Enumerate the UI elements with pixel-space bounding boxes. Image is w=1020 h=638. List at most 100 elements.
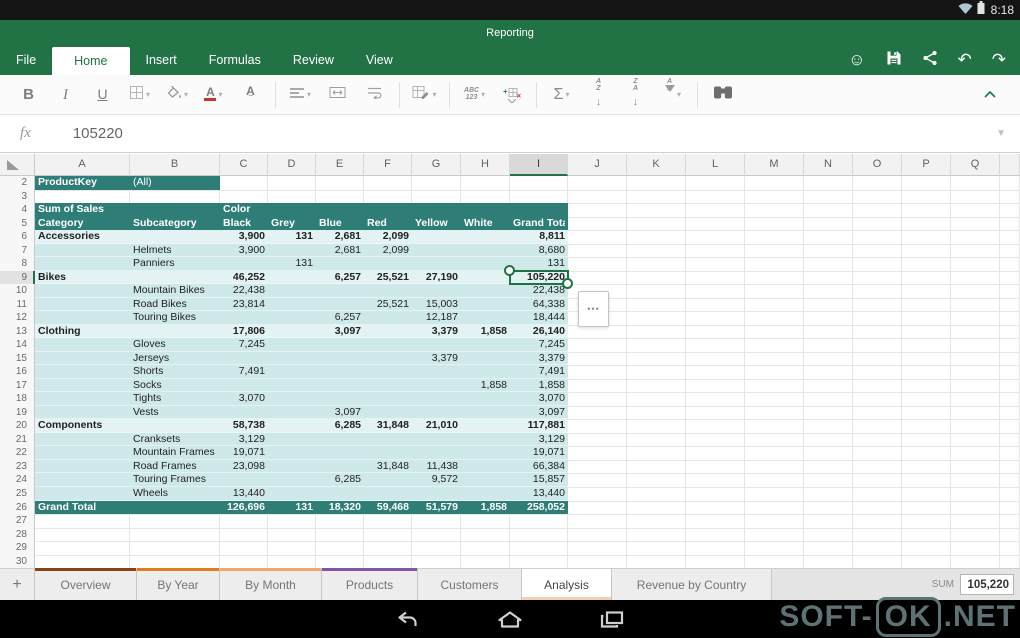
cell-I6[interactable]: 8,811 <box>513 230 565 244</box>
cell-E19[interactable]: 3,097 <box>319 406 361 420</box>
cell-A5[interactable]: Category <box>38 217 127 231</box>
cell-I15[interactable]: 3,379 <box>513 352 565 366</box>
cell-C25[interactable]: 13,440 <box>223 487 265 501</box>
cell-B25[interactable]: Wheels <box>133 487 217 501</box>
cell-A13[interactable]: Clothing <box>38 325 127 339</box>
cell-C20[interactable]: 58,738 <box>223 419 265 433</box>
back-icon[interactable] <box>391 607 425 631</box>
column-header-P[interactable]: P <box>902 154 951 176</box>
cell-B23[interactable]: Road Frames <box>133 460 217 474</box>
formula-bar-value[interactable]: 105220 <box>73 125 123 142</box>
column-header-partial[interactable] <box>1000 154 1020 176</box>
cell-B8[interactable]: Panniers <box>133 257 217 271</box>
cell-H26[interactable]: 1,858 <box>464 501 507 515</box>
menu-tab-view[interactable]: View <box>350 45 409 75</box>
cell-B24[interactable]: Touring Frames <box>133 473 217 487</box>
toolbar-alignment-button[interactable]: ▾ <box>282 80 319 110</box>
spreadsheet-grid[interactable]: A B C D E F G H I J K L M N O P Q 2 3 4 5 6 7 8 9 10 11 12 13 14 15 16 1… <box>0 154 1020 568</box>
cell-I7[interactable]: 8,680 <box>513 244 565 258</box>
toolbar-bold-button[interactable]: B <box>10 80 47 110</box>
menu-tab-review[interactable]: Review <box>277 45 350 75</box>
cell-C26[interactable]: 126,696 <box>223 501 265 515</box>
cell-I17[interactable]: 1,858 <box>513 379 565 393</box>
row-header-11[interactable]: 11 <box>0 297 35 312</box>
cell-G9[interactable]: 27,190 <box>415 271 458 285</box>
row-header-19[interactable]: 19 <box>0 405 35 420</box>
toolbar-find-button[interactable] <box>704 80 741 110</box>
row-header-23[interactable]: 23 <box>0 459 35 474</box>
cell-A6[interactable]: Accessories <box>38 230 127 244</box>
sheet-tab-customers[interactable]: Customers <box>418 569 522 600</box>
undo-icon[interactable]: ↶ <box>958 51 972 70</box>
toolbar-merge-cells-button[interactable] <box>319 80 356 110</box>
row-header-22[interactable]: 22 <box>0 446 35 460</box>
cell-B14[interactable]: Gloves <box>133 338 217 352</box>
cell-B2[interactable]: (All) <box>133 176 217 190</box>
cell-I21[interactable]: 3,129 <box>513 433 565 447</box>
cell-C10[interactable]: 22,438 <box>223 284 265 298</box>
cell-C21[interactable]: 3,129 <box>223 433 265 447</box>
selection-handle-top-left[interactable] <box>504 264 515 276</box>
cell-F6[interactable]: 2,099 <box>367 230 409 244</box>
row-header-10[interactable]: 10 <box>0 284 35 298</box>
cell-C7[interactable]: 3,900 <box>223 244 265 258</box>
cell-I20[interactable]: 117,881 <box>513 419 565 433</box>
toolbar-insert-delete-cells-button[interactable]: + × <box>493 80 530 110</box>
cell-I8[interactable]: 131 <box>513 257 565 271</box>
cell-C22[interactable]: 19,071 <box>223 446 265 460</box>
cell-C18[interactable]: 3,070 <box>223 392 265 406</box>
column-header-A[interactable]: A <box>35 154 130 176</box>
add-sheet-button[interactable]: + <box>0 569 35 600</box>
selection-handle-bottom-right[interactable] <box>562 278 573 290</box>
cell-B22[interactable]: Mountain Frames <box>133 446 217 460</box>
cell-C11[interactable]: 23,814 <box>223 298 265 312</box>
toolbar-italic-button[interactable]: I <box>47 80 84 110</box>
cell-I24[interactable]: 15,857 <box>513 473 565 487</box>
cell-A4[interactable]: Sum of Sales <box>38 203 127 217</box>
row-header-27[interactable]: 27 <box>0 514 35 528</box>
cell-B10[interactable]: Mountain Bikes <box>133 284 217 298</box>
cell-I16[interactable]: 7,491 <box>513 365 565 379</box>
cell-G12[interactable]: 12,187 <box>415 311 458 325</box>
row-header-18[interactable]: 18 <box>0 392 35 406</box>
cell-B15[interactable]: Jerseys <box>133 352 217 366</box>
cell-B17[interactable]: Socks <box>133 379 217 393</box>
cell-I11[interactable]: 64,338 <box>513 298 565 312</box>
cell-G26[interactable]: 51,579 <box>415 501 458 515</box>
cell-B7[interactable]: Helmets <box>133 244 217 258</box>
column-header-J[interactable]: J <box>568 154 627 176</box>
cell-G5[interactable]: Yellow <box>415 217 458 231</box>
cell-H17[interactable]: 1,858 <box>464 379 507 393</box>
row-header-24[interactable]: 24 <box>0 473 35 487</box>
row-header-20[interactable]: 20 <box>0 419 35 433</box>
toolbar-format-cells-button[interactable]: ▾ <box>406 80 443 110</box>
cell-E24[interactable]: 6,285 <box>319 473 361 487</box>
cell-F11[interactable]: 25,521 <box>367 298 409 312</box>
column-header-C[interactable]: C <box>220 154 268 176</box>
cell-A26[interactable]: Grand Total <box>38 501 127 515</box>
row-header-4[interactable]: 4 <box>0 203 35 217</box>
cell-G20[interactable]: 21,010 <box>415 419 458 433</box>
row-header-29[interactable]: 29 <box>0 541 35 555</box>
column-header-L[interactable]: L <box>686 154 745 176</box>
cell-I10[interactable]: 22,438 <box>513 284 565 298</box>
toolbar-font-size-button[interactable]: A ˆˇ <box>232 80 269 110</box>
row-header-30[interactable]: 30 <box>0 554 35 568</box>
cell-H5[interactable]: White <box>464 217 507 231</box>
cell-F26[interactable]: 59,468 <box>367 501 409 515</box>
cell-C5[interactable]: Black <box>223 217 265 231</box>
formula-bar[interactable]: fx 105220 ▼ <box>0 115 1020 153</box>
column-header-F[interactable]: F <box>364 154 412 176</box>
row-header-2[interactable]: 2 <box>0 176 35 190</box>
column-header-D[interactable]: D <box>268 154 316 176</box>
cell-I14[interactable]: 7,245 <box>513 338 565 352</box>
cell-A9[interactable]: Bikes <box>38 271 127 285</box>
cell-F7[interactable]: 2,099 <box>367 244 409 258</box>
cell-I13[interactable]: 26,140 <box>513 325 565 339</box>
toolbar-fill-color-button[interactable]: ▾ <box>158 80 195 110</box>
selected-cell-outline[interactable] <box>509 269 569 286</box>
cell-B19[interactable]: Vests <box>133 406 217 420</box>
cell-B12[interactable]: Touring Bikes <box>133 311 217 325</box>
toolbar-autosum-button[interactable]: Σ ▾ <box>543 80 580 110</box>
row-header-7[interactable]: 7 <box>0 243 35 258</box>
